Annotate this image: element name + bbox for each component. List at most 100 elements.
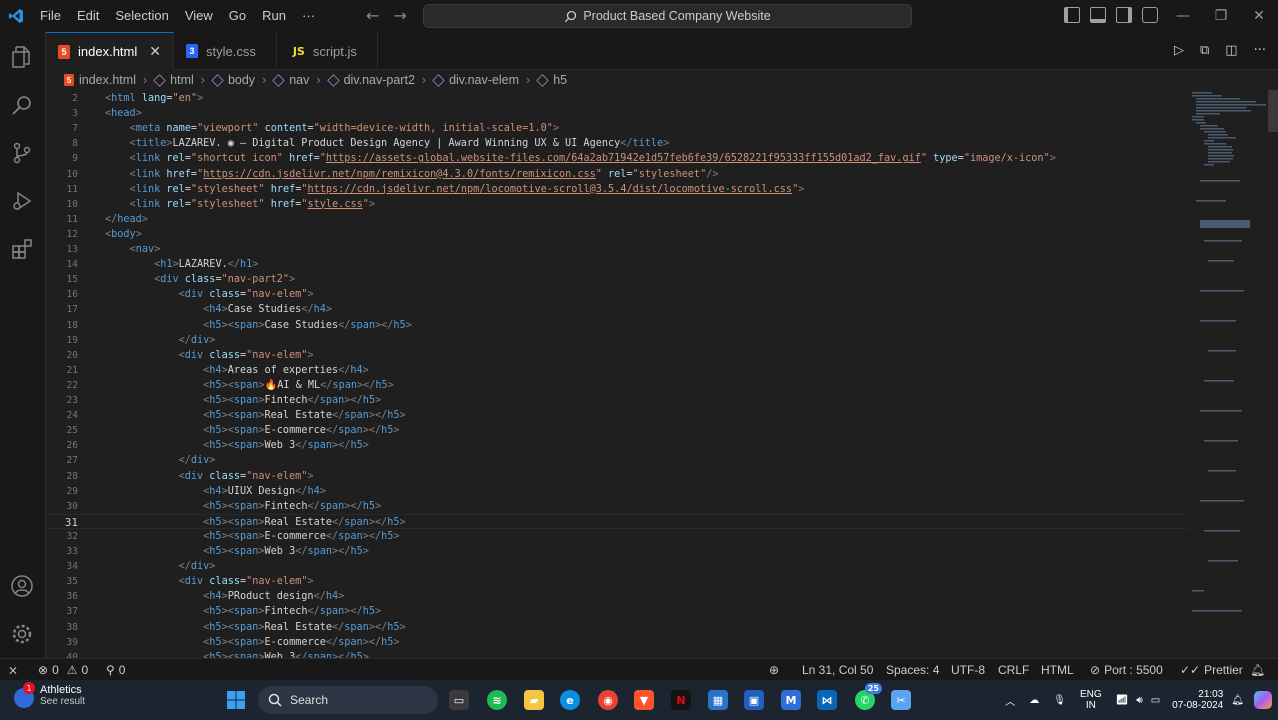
code-line[interactable]: 10 <link rel="stylesheet" href="style.cs… [46,197,1188,212]
toggle-primary-sidebar-icon[interactable] [1064,7,1080,23]
breadcrumb-file[interactable]: 5 index.html [64,73,136,87]
code-line[interactable]: 9 <link rel="shortcut icon" href="https:… [46,151,1188,166]
back-arrow-icon[interactable]: ← [366,6,379,25]
whatsapp-icon[interactable]: ✆ 25 [855,683,882,710]
code-line[interactable]: 38 <h5><span>Real Estate</span></h5> [46,620,1188,635]
breadcrumb-nav-elem[interactable]: div.nav-elem [432,73,519,87]
vscode-taskbar-icon[interactable]: ⋈ [817,690,837,710]
ports-indicator[interactable]: ⚲ 0 [106,663,125,677]
chevron-up-icon[interactable]: ︿ [1005,693,1015,708]
code-line[interactable]: 37 <h5><span>Fintech</span></h5> [46,604,1188,619]
code-line[interactable]: 11 </head> [46,212,1188,227]
code-line[interactable]: 16 <div class="nav-elem"> [46,287,1188,302]
tab-script-js[interactable]: JS script.js [277,32,378,70]
indentation[interactable]: Spaces: 4 [886,663,939,677]
code-line[interactable]: 10 <link href="https://cdn.jsdelivr.net/… [46,167,1188,182]
volume-icon[interactable]: 🔊︎ [1136,695,1142,706]
news-widget[interactable]: 1 Athletics See result [14,682,85,708]
code-line[interactable]: 21 <h4>Areas of experties</h4> [46,363,1188,378]
code-line[interactable]: 8 <title>LAZAREV. ◉ — Digital Product De… [46,136,1188,151]
spotify-icon[interactable]: ≋ [487,690,507,710]
task-view-icon[interactable]: ▭ [449,690,469,710]
notification-bell-icon[interactable]: 🔔︎ [1231,695,1244,706]
zoom-icon[interactable]: ⊕ [769,663,779,677]
encoding[interactable]: UTF-8 [951,663,985,677]
edge-icon[interactable]: e [560,690,580,710]
search-icon[interactable] [9,92,35,118]
wifi-icon[interactable]: 📶︎ [1116,695,1129,706]
problems-indicator[interactable]: ⊗ 0 ⚠ 0 [38,663,88,677]
code-line[interactable]: 7 <meta name="viewport" content="width=d… [46,121,1188,136]
code-line[interactable]: 33 <h5><span>Web 3</span></h5> [46,544,1188,559]
code-line[interactable]: 20 <div class="nav-elem"> [46,348,1188,363]
tab-style-css[interactable]: 3 style.css [174,32,277,70]
battery-icon[interactable]: ▭ [1151,695,1160,706]
file-explorer-icon[interactable]: ▰ [524,690,544,710]
code-line[interactable]: 14 <h1>LAZAREV.</h1> [46,257,1188,272]
brave-icon[interactable]: ▼ [634,690,654,710]
menu-edit[interactable]: Edit [69,0,107,32]
toggle-panel-icon[interactable] [1090,7,1106,23]
breadcrumb-nav-part2[interactable]: div.nav-part2 [326,73,415,87]
language-indicator[interactable]: ENG IN [1080,689,1102,711]
onedrive-icon[interactable]: ☁ [1029,695,1039,706]
calculator-icon[interactable]: ▦ [708,690,728,710]
menu-more[interactable]: ··· [294,0,323,32]
menu-run[interactable]: Run [254,0,294,32]
code-line[interactable]: 3 <head> [46,106,1188,121]
code-line[interactable]: 18 <h5><span>Case Studies</span></h5> [46,318,1188,333]
run-debug-icon[interactable] [9,188,35,214]
clock[interactable]: 21:03 07-08-2024 [1172,689,1223,711]
breadcrumb-body[interactable]: body [211,73,255,87]
run-icon[interactable]: ▷ [1174,43,1184,58]
snipping-tool-icon[interactable]: ✂ [891,690,911,710]
code-line[interactable]: 27 </div> [46,453,1188,468]
minimap[interactable] [1188,90,1268,658]
close-icon[interactable]: ✕ [149,43,161,60]
remote-indicator-icon[interactable]: ⨯ [8,663,18,677]
split-editor-icon[interactable]: ◫ [1225,43,1237,58]
minimize-icon[interactable]: — [1164,0,1202,32]
menu-view[interactable]: View [177,0,221,32]
code-line[interactable]: 25 <h5><span>E-commerce</span></h5> [46,423,1188,438]
taskbar-search[interactable]: Search [258,686,438,714]
restore-icon[interactable]: ❐ [1202,0,1240,32]
code-line[interactable]: 28 <div class="nav-elem"> [46,469,1188,484]
settings-gear-icon[interactable] [9,621,35,647]
microphone-icon[interactable]: 🎙︎ [1053,695,1066,706]
windows-start-icon[interactable] [226,690,246,710]
code-line[interactable]: 34 </div> [46,559,1188,574]
scrollbar-thumb[interactable] [1268,90,1278,132]
forward-arrow-icon[interactable]: → [393,6,406,25]
code-line[interactable]: 40 <h5><span>Web 3</span></h5> [46,650,1188,658]
customize-layout-icon[interactable] [1142,7,1158,23]
code-line[interactable]: 30 <h5><span>Fintech</span></h5> [46,499,1188,514]
code-editor[interactable]: 2 <html lang="en"> 3 <head> 7 <meta name="vi… [46,90,1188,658]
code-line[interactable]: 32 <h5><span>E-commerce</span></h5> [46,529,1188,544]
extensions-icon[interactable] [9,236,35,262]
code-line[interactable]: 13 <nav> [46,242,1188,257]
code-line[interactable]: 26 <h5><span>Web 3</span></h5> [46,438,1188,453]
live-server-port[interactable]: ⊘ Port : 5500 [1090,663,1163,677]
chrome-icon[interactable]: ◉ [598,690,618,710]
code-line[interactable]: 29 <h4>UIUX Design</h4> [46,484,1188,499]
account-icon[interactable] [9,573,35,599]
breadcrumb-nav[interactable]: nav [272,73,309,87]
code-line[interactable]: 22 <h5><span>🔥AI & ML</span></h5> [46,378,1188,393]
tab-index-html[interactable]: 5 index.html ✕ [46,32,174,70]
cursor-position[interactable]: Ln 31, Col 50 [802,663,873,677]
code-line[interactable]: 12 <body> [46,227,1188,242]
code-line[interactable]: 11 <link rel="stylesheet" href="https://… [46,182,1188,197]
code-line[interactable]: 19 </div> [46,333,1188,348]
breadcrumb-html[interactable]: html [153,73,194,87]
menu-go[interactable]: Go [221,0,254,32]
open-preview-icon[interactable]: ⧉ [1200,43,1209,58]
notifications-bell-icon[interactable]: 🔔︎ [1250,663,1265,677]
menu-file[interactable]: File [32,0,69,32]
code-line[interactable]: 2 <html lang="en"> [46,91,1188,106]
breadcrumb-h5[interactable]: h5 [536,73,567,87]
line-ending[interactable]: CRLF [998,663,1029,677]
command-center[interactable]: Product Based Company Website [423,4,912,28]
close-icon[interactable]: ✕ [1240,0,1278,32]
code-line[interactable]: 31 <h5><span>Real Estate</span></h5> [46,513,1188,529]
